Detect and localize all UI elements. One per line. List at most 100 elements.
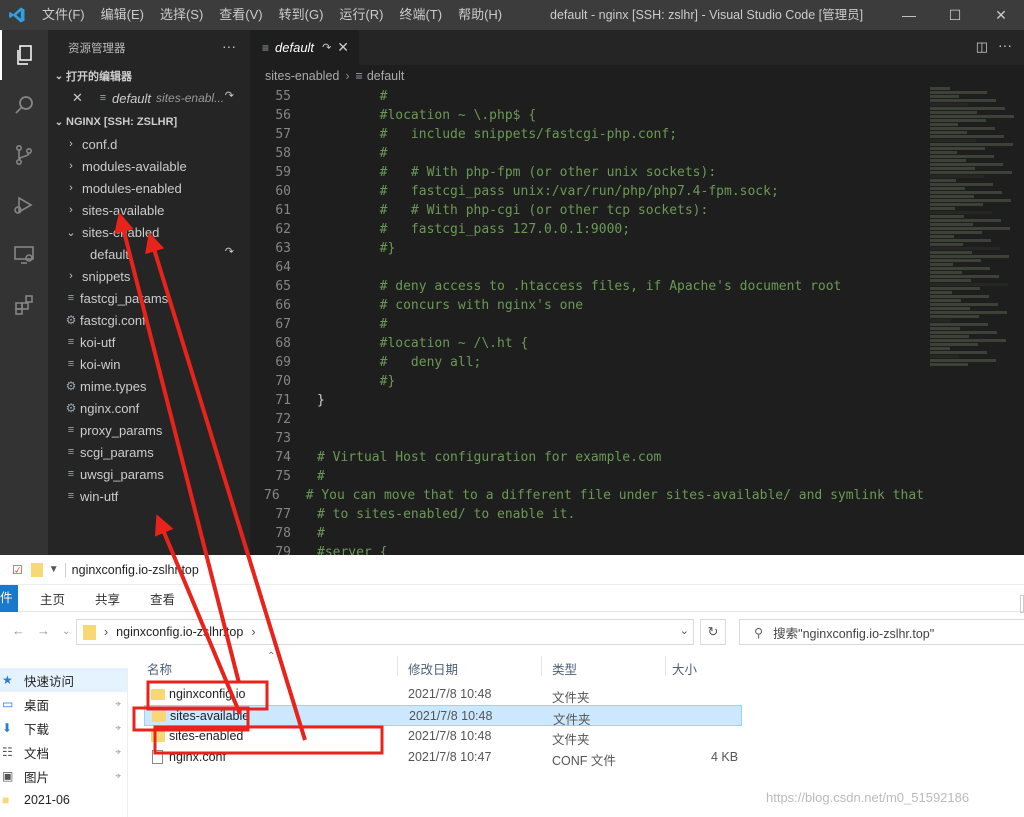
- search-box[interactable]: ⚲ 搜索"nginxconfig.io-zslhr.top": [739, 619, 1024, 645]
- nav-item[interactable]: ☷ 文档 ⌖: [0, 740, 127, 764]
- tree-item[interactable]: ≡ win-utf: [48, 485, 250, 507]
- breadcrumb-folder[interactable]: sites-enabled: [265, 69, 339, 83]
- open-editors-section[interactable]: ⌄ 打开的编辑器: [48, 65, 250, 87]
- more-actions-icon[interactable]: ···: [222, 38, 236, 54]
- code-text: # deny all;: [317, 355, 482, 370]
- breadcrumb-file[interactable]: default: [367, 69, 405, 83]
- ribbon-tab-share[interactable]: 共享: [95, 589, 120, 608]
- minimize-icon[interactable]: —: [886, 0, 932, 30]
- tree-item[interactable]: ⚙ nginx.conf: [48, 397, 250, 419]
- menu-item[interactable]: 帮助(H): [450, 0, 510, 30]
- refresh-icon[interactable]: ↻: [700, 619, 726, 645]
- minimap[interactable]: [930, 87, 1020, 547]
- code-line: 79 #server {: [250, 543, 924, 555]
- quick-access-dropdown-icon[interactable]: ▼: [49, 564, 59, 575]
- nav-item-label: 图片: [24, 770, 50, 785]
- nav-item-label: 文档: [24, 746, 50, 761]
- maximize-icon[interactable]: ☐: [932, 0, 978, 30]
- run-debug-icon[interactable]: [0, 180, 48, 230]
- back-arrow-icon[interactable]: ←: [12, 623, 25, 641]
- split-editor-icon[interactable]: ◫: [976, 39, 988, 55]
- properties-icon[interactable]: ☑: [12, 563, 23, 577]
- tree-item[interactable]: ≡ scgi_params: [48, 441, 250, 463]
- open-editor-item[interactable]: ✕ ≡ default sites-enabl... ↷: [48, 87, 250, 109]
- chevron-down-icon: ⌄: [66, 226, 76, 239]
- nav-item[interactable]: ⬇ 下载 ⌖: [0, 716, 127, 740]
- line-number: 63: [275, 241, 291, 256]
- code-text: #}: [317, 241, 396, 256]
- file-row[interactable]: sites-available 2021/7/8 10:48 文件夹: [144, 705, 742, 727]
- menu-item[interactable]: 转到(G): [271, 0, 332, 30]
- folder-icon[interactable]: [30, 562, 43, 577]
- sidebar-header: 资源管理器 ···: [48, 30, 250, 65]
- file-lines-icon: ≡: [67, 336, 75, 348]
- tree-item[interactable]: ≡ koi-win: [48, 353, 250, 375]
- ribbon-file-tab[interactable]: 件: [0, 584, 18, 612]
- tree-item[interactable]: › snippets: [48, 265, 250, 287]
- more-actions-icon[interactable]: ···: [998, 37, 1012, 53]
- chevron-right-icon: ›: [104, 625, 109, 639]
- extensions-icon[interactable]: [0, 280, 48, 330]
- workspace-section[interactable]: ⌄ NGINX [SSH: ZSLHR]: [48, 111, 250, 133]
- forward-arrow-icon[interactable]: →: [37, 623, 50, 641]
- chevron-right-icon: ›: [345, 69, 350, 83]
- menu-item[interactable]: 运行(R): [331, 0, 391, 30]
- tree-item[interactable]: › conf.d: [48, 133, 250, 155]
- menu-item[interactable]: 文件(F): [34, 0, 93, 30]
- explorer-resize-handle[interactable]: [1020, 595, 1024, 613]
- menu-item[interactable]: 查看(V): [211, 0, 270, 30]
- code-line: 77 # to sites-enabled/ to enable it.: [250, 505, 924, 524]
- window-title: default - nginx [SSH: zslhr] - Visual St…: [550, 8, 864, 22]
- tab-default[interactable]: ≡ default ↷ ✕: [250, 30, 360, 65]
- tree-item[interactable]: ≡ proxy_params: [48, 419, 250, 441]
- line-number: 58: [275, 146, 291, 161]
- column-divider: [665, 656, 666, 676]
- column-size[interactable]: 大小: [672, 659, 697, 678]
- workspace-label: NGINX [SSH: ZSLHR]: [66, 116, 178, 128]
- code-editor[interactable]: 55 #56 #location ~ \.php$ {57 # include …: [250, 87, 924, 555]
- file-row[interactable]: nginx.conf 2021/7/8 10:47 CONF 文件 4 KB: [144, 747, 742, 768]
- file-date: 2021/7/8 10:48: [409, 709, 493, 723]
- close-tab-icon[interactable]: ✕: [337, 39, 349, 56]
- tree-item[interactable]: default ↷: [48, 243, 250, 265]
- file-lines-icon: ≡: [67, 424, 75, 436]
- address-bar[interactable]: › nginxconfig.io-zslhr.top › ⌄: [76, 619, 694, 645]
- close-editor-icon[interactable]: ✕: [72, 90, 86, 106]
- menu-item[interactable]: 编辑(E): [93, 0, 152, 30]
- search-icon[interactable]: [0, 80, 48, 130]
- nav-item[interactable]: ▭ 桌面 ⌖: [0, 692, 127, 716]
- remote-explorer-icon[interactable]: [0, 230, 48, 280]
- minimap-line: [930, 267, 990, 270]
- tree-item[interactable]: ≡ uwsgi_params: [48, 463, 250, 485]
- picture-icon: ▣: [2, 769, 14, 783]
- ribbon-tab-home[interactable]: 主页: [40, 589, 65, 608]
- file-row[interactable]: sites-enabled 2021/7/8 10:48 文件夹: [144, 726, 742, 747]
- column-date[interactable]: 修改日期: [408, 659, 458, 678]
- folder-icon: [151, 731, 165, 742]
- explorer-icon[interactable]: [0, 30, 48, 80]
- recent-dropdown-icon[interactable]: ⌄: [62, 623, 70, 641]
- source-control-icon[interactable]: [0, 130, 48, 180]
- tree-item[interactable]: › modules-enabled: [48, 177, 250, 199]
- nav-item[interactable]: ■ 2021-06: [0, 788, 127, 812]
- tree-item[interactable]: ≡ fastcgi_params: [48, 287, 250, 309]
- tree-item[interactable]: ⚙ fastcgi.conf: [48, 309, 250, 331]
- column-type[interactable]: 类型: [552, 659, 577, 678]
- minimap-line: [930, 147, 985, 150]
- tree-item[interactable]: › sites-available: [48, 199, 250, 221]
- menu-item[interactable]: 终端(T): [391, 0, 450, 30]
- nav-item[interactable]: ★ 快速访问: [0, 668, 127, 692]
- close-icon[interactable]: ✕: [978, 0, 1024, 30]
- address-dropdown-icon[interactable]: ⌄: [680, 624, 689, 637]
- file-name: nginx.conf: [169, 750, 226, 764]
- tree-item[interactable]: › modules-available: [48, 155, 250, 177]
- file-row[interactable]: nginxconfig.io 2021/7/8 10:48 文件夹: [144, 684, 742, 705]
- nav-item[interactable]: ▣ 图片 ⌖: [0, 764, 127, 788]
- code-line: 58 #: [250, 144, 924, 163]
- column-name[interactable]: 名称: [147, 659, 172, 678]
- ribbon-tab-view[interactable]: 查看: [150, 589, 175, 608]
- tree-item[interactable]: ⚙ mime.types: [48, 375, 250, 397]
- tree-item[interactable]: ≡ koi-utf: [48, 331, 250, 353]
- tree-item[interactable]: ⌄ sites-enabled: [48, 221, 250, 243]
- menu-item[interactable]: 选择(S): [152, 0, 211, 30]
